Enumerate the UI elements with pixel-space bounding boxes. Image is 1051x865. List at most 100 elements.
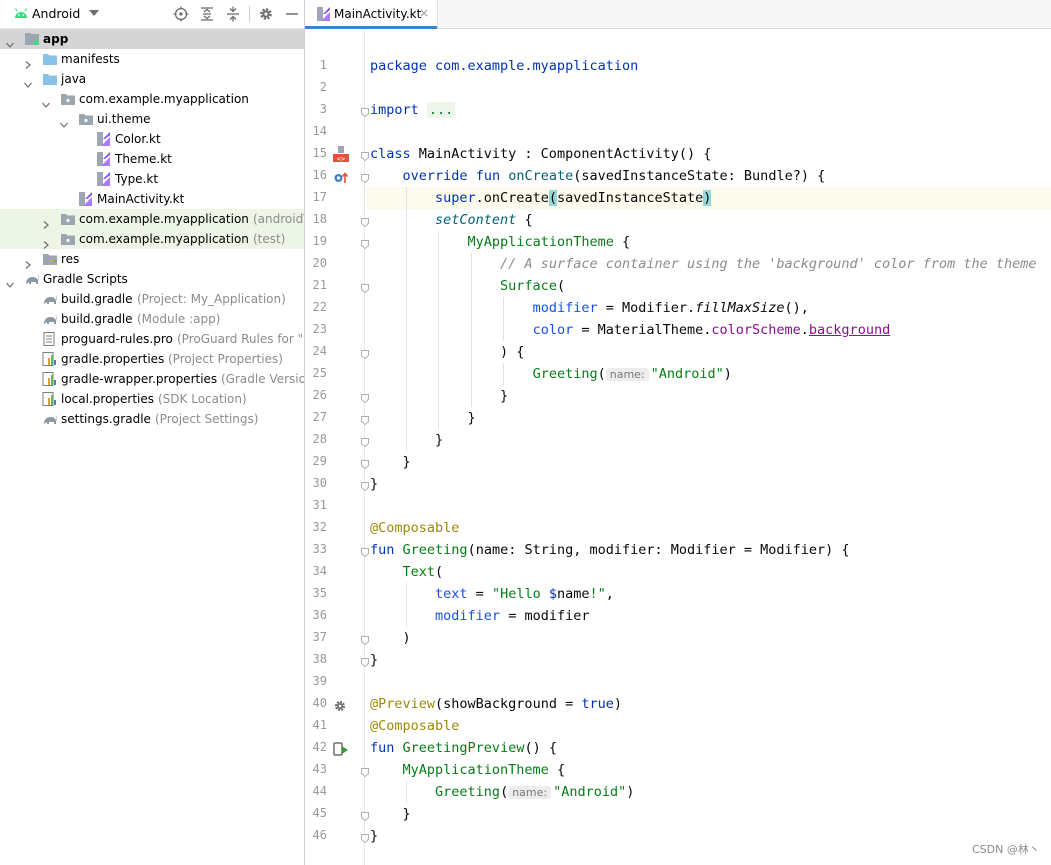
chevron-down-icon[interactable] bbox=[24, 75, 32, 88]
chevron-down-icon[interactable] bbox=[42, 95, 50, 108]
tree-item[interactable]: ui.theme bbox=[0, 109, 304, 129]
code-token: color bbox=[532, 322, 574, 338]
line-number: 3 bbox=[319, 102, 327, 116]
code-token: MainActivity : ComponentActivity() { bbox=[410, 146, 712, 162]
fold-marker-icon[interactable] bbox=[361, 436, 369, 450]
chevron-right-icon[interactable] bbox=[24, 255, 32, 269]
tree-item[interactable]: build.gradle (Project: My_Application) bbox=[0, 289, 304, 309]
fold-marker-icon[interactable] bbox=[361, 282, 369, 296]
line-number: 29 bbox=[312, 454, 327, 468]
tree-item[interactable]: Type.kt bbox=[0, 169, 304, 189]
code-token: } bbox=[402, 454, 411, 470]
chevron-right-icon[interactable] bbox=[42, 215, 50, 229]
tree-item[interactable]: build.gradle (Module :app) bbox=[0, 309, 304, 329]
tree-item-label: Theme.kt bbox=[115, 152, 172, 166]
expand-all-icon[interactable] bbox=[199, 6, 215, 22]
tree-item[interactable]: Color.kt bbox=[0, 129, 304, 149]
gear-icon[interactable] bbox=[258, 6, 274, 22]
tree-item[interactable]: com.example.myapplication (test) bbox=[0, 229, 304, 249]
tree-item[interactable]: proguard-rules.pro (ProGuard Rules for "… bbox=[0, 329, 304, 349]
tree-item[interactable]: res bbox=[0, 249, 304, 269]
code-line: } bbox=[370, 473, 378, 495]
override-icon[interactable] bbox=[334, 171, 349, 188]
run-preview-icon[interactable] bbox=[333, 742, 349, 759]
fold-marker-icon[interactable] bbox=[361, 172, 369, 186]
tree-item-hint: (Module :app) bbox=[137, 312, 221, 326]
tree-item[interactable]: settings.gradle (Project Settings) bbox=[0, 409, 304, 429]
fold-marker-icon[interactable] bbox=[361, 106, 369, 120]
code-token: } bbox=[500, 388, 509, 404]
chevron-down-icon[interactable] bbox=[6, 35, 14, 48]
module-icon bbox=[24, 32, 40, 46]
parameter-hint: name: bbox=[605, 368, 649, 381]
fold-marker-icon[interactable] bbox=[361, 480, 369, 494]
tree-item[interactable]: local.properties (SDK Location) bbox=[0, 389, 304, 409]
project-view-selector[interactable]: Android bbox=[32, 6, 80, 21]
code-token: , bbox=[605, 586, 614, 602]
fold-marker-icon[interactable] bbox=[361, 392, 369, 406]
code-line: MyApplicationTheme { bbox=[370, 759, 566, 781]
fold-marker-icon[interactable] bbox=[361, 656, 369, 670]
fold-marker-icon[interactable] bbox=[361, 348, 369, 362]
fold-marker-icon[interactable] bbox=[361, 810, 369, 824]
fold-marker-icon[interactable] bbox=[361, 238, 369, 252]
fold-marker-icon[interactable] bbox=[361, 150, 369, 164]
chevron-down-icon[interactable] bbox=[89, 10, 99, 16]
fold-marker-icon[interactable] bbox=[361, 546, 369, 560]
line-number: 46 bbox=[312, 828, 327, 842]
indent-guide bbox=[405, 407, 407, 429]
tree-item[interactable]: Theme.kt bbox=[0, 149, 304, 169]
tree-item[interactable]: com.example.myapplication bbox=[0, 89, 304, 109]
indent-guide bbox=[438, 319, 440, 341]
indent-guide bbox=[405, 187, 407, 209]
code-token: ( bbox=[500, 784, 509, 800]
tree-item-label: Type.kt bbox=[115, 172, 159, 186]
gear-icon[interactable] bbox=[333, 699, 347, 716]
minimize-icon[interactable] bbox=[284, 6, 300, 22]
code-token: MyApplicationTheme bbox=[402, 762, 549, 778]
chevron-down-icon[interactable] bbox=[6, 275, 14, 288]
code-token: { bbox=[613, 234, 631, 250]
tree-item[interactable]: manifests bbox=[0, 49, 304, 69]
fold-marker-icon[interactable] bbox=[361, 766, 369, 780]
tab-mainactivity[interactable]: MainActivity.kt × bbox=[305, 0, 438, 29]
code-token: (showBackground = bbox=[435, 696, 582, 712]
code-token: ( bbox=[556, 278, 566, 294]
code-token: } bbox=[370, 652, 379, 668]
fold-marker-icon[interactable] bbox=[361, 832, 369, 846]
indent-guide bbox=[438, 385, 440, 407]
android-component-icon[interactable]: <> bbox=[333, 146, 349, 167]
collapse-all-icon[interactable] bbox=[225, 6, 241, 22]
code-token: Surface bbox=[500, 278, 557, 294]
line-number: 40 bbox=[312, 696, 327, 710]
line-number: 39 bbox=[312, 674, 327, 688]
code-token: ( bbox=[548, 190, 557, 206]
tree-item-hint: (SDK Location) bbox=[158, 392, 247, 406]
code-token: override bbox=[402, 168, 468, 184]
chevron-down-icon[interactable] bbox=[60, 115, 68, 128]
fold-marker-icon[interactable] bbox=[361, 634, 369, 648]
fold-marker-icon[interactable] bbox=[361, 414, 369, 428]
fold-marker-icon[interactable] bbox=[361, 216, 369, 230]
tree-item[interactable]: gradle-wrapper.properties (Gradle Versio… bbox=[0, 369, 304, 389]
tree-item[interactable]: Gradle Scripts bbox=[0, 269, 304, 289]
code-token: . bbox=[800, 322, 809, 338]
tree-item[interactable]: app bbox=[0, 29, 304, 49]
chevron-right-icon[interactable] bbox=[24, 55, 32, 69]
close-icon[interactable]: × bbox=[419, 6, 429, 20]
tree-item[interactable]: com.example.myapplication (androidTest) bbox=[0, 209, 304, 229]
locate-icon[interactable] bbox=[173, 6, 189, 22]
code-line: @Preview(showBackground = true) bbox=[370, 693, 622, 715]
tree-item[interactable]: java bbox=[0, 69, 304, 89]
tree-item[interactable]: MainActivity.kt bbox=[0, 189, 304, 209]
indent-guide bbox=[405, 385, 407, 407]
code-line: MyApplicationTheme { bbox=[370, 231, 631, 253]
fold-marker-icon[interactable] bbox=[361, 458, 369, 472]
code-token: ) bbox=[626, 784, 635, 800]
chevron-right-icon[interactable] bbox=[42, 235, 50, 249]
tree-item[interactable]: gradle.properties (Project Properties) bbox=[0, 349, 304, 369]
